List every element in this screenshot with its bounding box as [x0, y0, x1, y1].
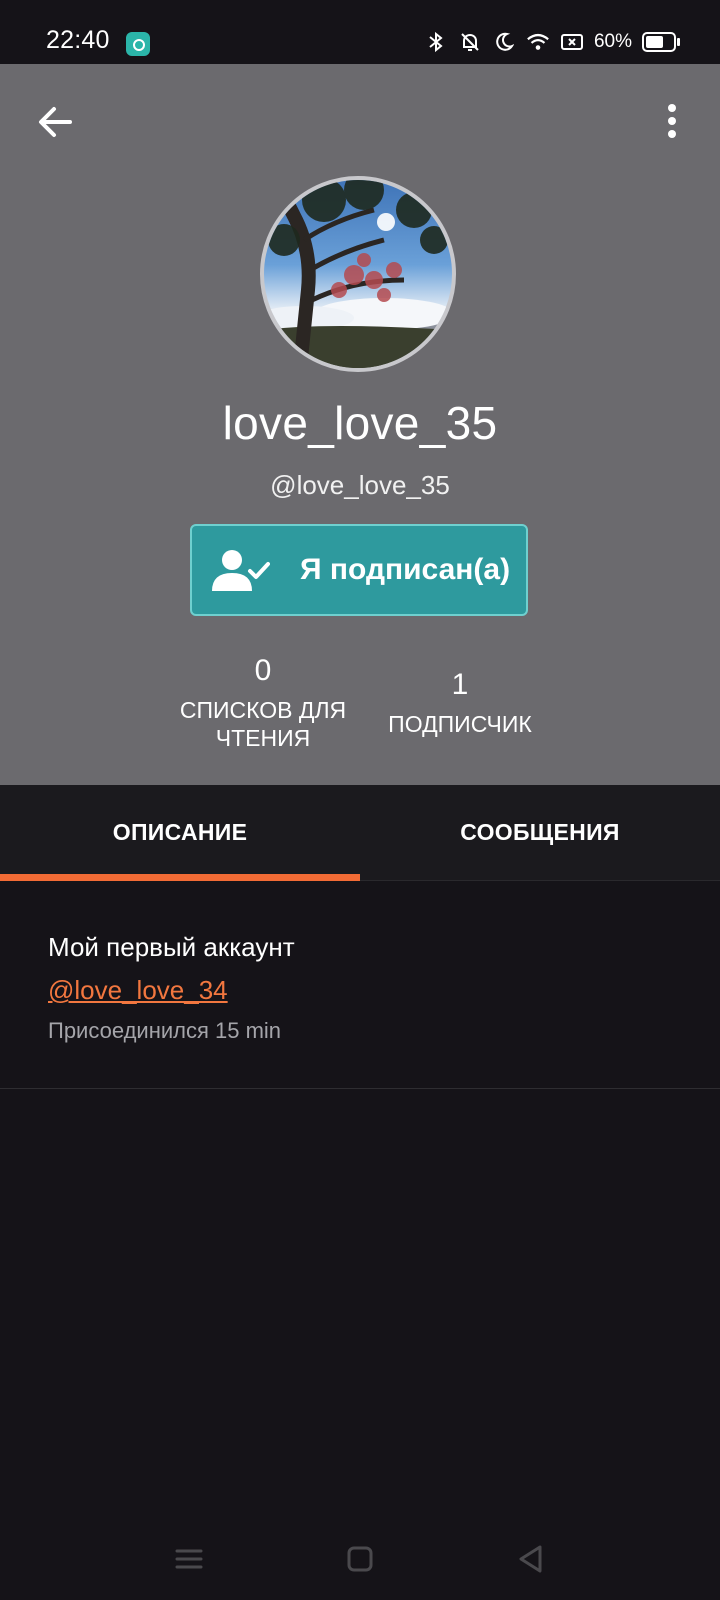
screen-icon: [560, 30, 584, 54]
status-bar: 22:40 60%: [0, 0, 720, 64]
about-section: Мой первый аккаунт @love_love_34 Присоед…: [48, 932, 688, 1044]
following-button[interactable]: Я подписан(а): [190, 524, 528, 616]
home-icon[interactable]: [343, 1542, 377, 1576]
app-notification-icon: [126, 32, 150, 56]
more-vertical-icon: [668, 104, 676, 138]
username-handle: @love_love_35: [270, 470, 450, 500]
status-time: 22:40: [46, 26, 110, 54]
back-nav-icon[interactable]: [514, 1542, 548, 1576]
user-check-icon: [212, 550, 270, 591]
followers-stat[interactable]: 1 ПОДПИСЧИК: [370, 668, 550, 738]
followers-label: ПОДПИСЧИК: [388, 711, 532, 737]
battery-percent: 60%: [593, 31, 632, 52]
recent-apps-icon[interactable]: [172, 1542, 206, 1576]
tab-description[interactable]: ОПИСАНИЕ: [0, 785, 360, 880]
active-tab-indicator: [0, 874, 360, 881]
wifi-icon: [526, 30, 550, 54]
divider: [0, 1088, 720, 1089]
back-button[interactable]: [34, 100, 78, 144]
system-nav-bar: [0, 1520, 720, 1600]
followers-count: 1: [451, 668, 469, 701]
battery-icon: [642, 32, 680, 52]
reading-lists-label: СПИСКОВ ДЛЯ ЧТЕНИЯ: [179, 697, 347, 751]
display-name: love_love_35: [222, 397, 498, 449]
more-options-button[interactable]: [662, 100, 682, 144]
tab-messages[interactable]: СООБЩЕНИЯ: [360, 785, 720, 880]
avatar[interactable]: [260, 176, 456, 372]
bell-off-icon: [458, 30, 482, 54]
reading-lists-stat[interactable]: 0 СПИСКОВ ДЛЯ ЧТЕНИЯ: [166, 654, 360, 752]
arrow-left-icon: [39, 107, 72, 137]
moon-icon: [492, 30, 516, 54]
bluetooth-icon: [424, 30, 448, 54]
profile-header: love_love_35 @love_love_35 Я подписан(а)…: [0, 64, 720, 785]
joined-date: Присоединился 15 min: [48, 1018, 282, 1043]
status-icons: 60%: [424, 30, 680, 54]
linked-account-link[interactable]: @love_love_34: [48, 975, 228, 1006]
reading-lists-count: 0: [254, 654, 272, 687]
about-text: Мой первый аккаунт: [48, 932, 295, 962]
profile-tabs: ОПИСАНИЕ СООБЩЕНИЯ: [0, 785, 720, 881]
following-button-label: Я подписан(а): [300, 553, 511, 586]
